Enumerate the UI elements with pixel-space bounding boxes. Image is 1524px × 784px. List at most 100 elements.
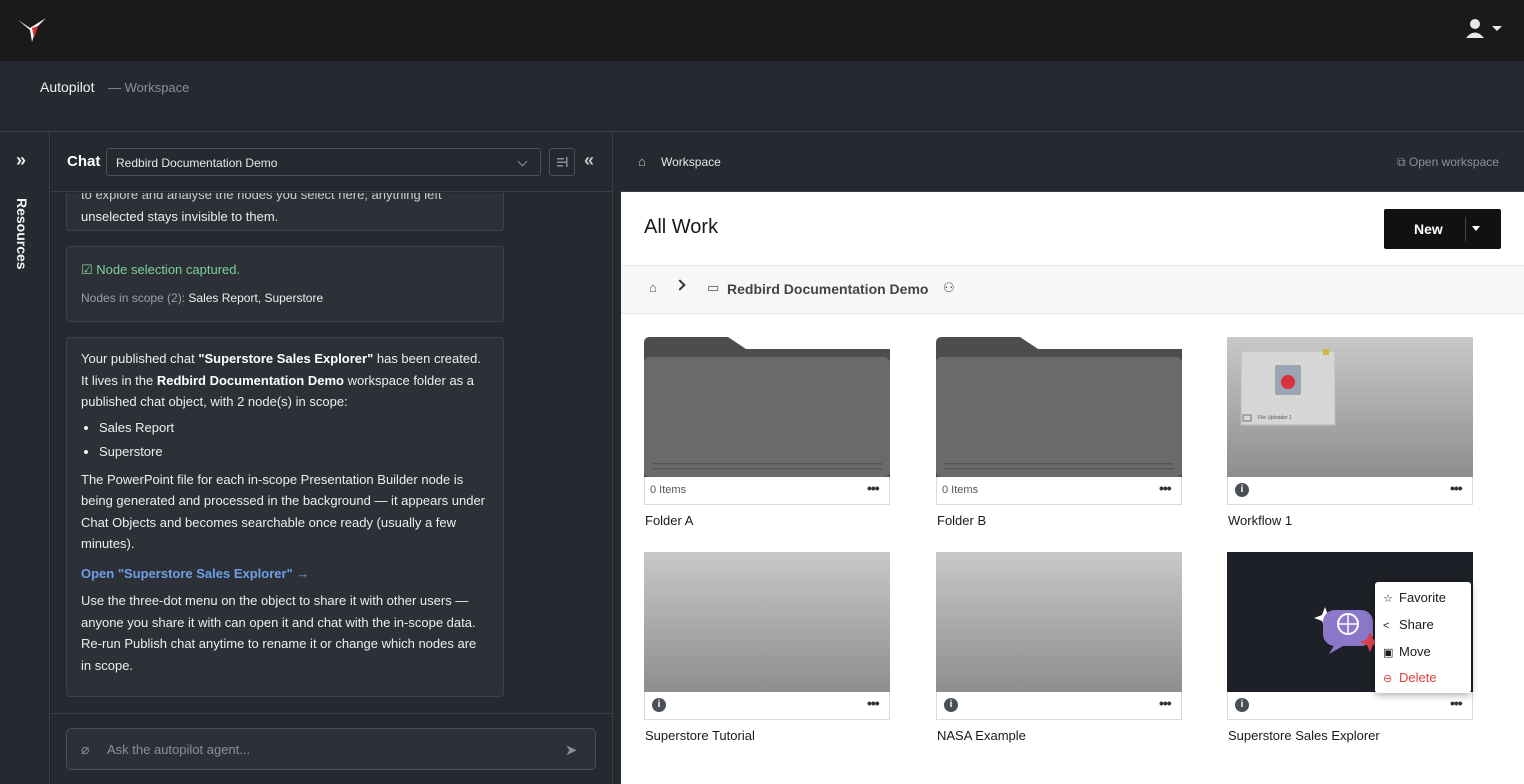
chevron-down-icon: [517, 156, 528, 167]
open-chat-link[interactable]: Open "Superstore Sales Explorer" →: [81, 563, 489, 585]
thumbnail: [936, 552, 1182, 692]
menu-label: Share: [1399, 617, 1434, 632]
resources-rail: » Resources: [0, 132, 50, 784]
chat-header: Chat Redbird Documentation Demo «: [51, 132, 612, 192]
redbird-logo-icon[interactable]: [16, 14, 48, 46]
tile-name[interactable]: Workflow 1: [1228, 513, 1292, 528]
new-button[interactable]: New: [1384, 209, 1501, 249]
info-icon[interactable]: i: [1235, 483, 1249, 497]
info-icon[interactable]: i: [652, 698, 666, 712]
more-icon[interactable]: •••: [867, 695, 880, 711]
chat-input-bar: ⌀ Ask the autopilot agent... ➤: [51, 713, 612, 784]
attachment-icon[interactable]: ⌀: [81, 741, 89, 758]
menu-item-share[interactable]: < Share: [1383, 617, 1434, 632]
tile-name[interactable]: Folder B: [937, 513, 986, 528]
scope-label: Nodes in scope (2):: [81, 290, 186, 305]
thumb-label: File Uploader 1: [1258, 415, 1292, 421]
resources-label[interactable]: Resources: [14, 198, 30, 270]
expand-icon[interactable]: »: [16, 150, 26, 171]
tile-name[interactable]: Folder A: [645, 513, 693, 528]
collapse-panel-icon[interactable]: «: [584, 150, 594, 171]
chat-messages[interactable]: to explore and analyse the nodes you sel…: [51, 193, 612, 713]
info-icon[interactable]: i: [1235, 698, 1249, 712]
list-icon: [557, 157, 568, 167]
tile-footer: 0 Items •••: [936, 477, 1182, 505]
move-folder-icon: ▣: [1383, 647, 1394, 659]
tile-footer: 0 Items •••: [644, 477, 890, 505]
published-message-card: Your published chat "Superstore Sales Ex…: [66, 337, 504, 697]
share-icon: <: [1383, 620, 1390, 632]
breadcrumb: ⌂ ▭ Redbird Documentation Demo ⚇: [621, 266, 1524, 314]
tile-footer: i •••: [1227, 477, 1473, 505]
section-title: — Workspace: [108, 80, 190, 95]
panel-splitter[interactable]: [612, 132, 621, 784]
menu-label: Delete: [1399, 670, 1437, 685]
captured-text: Node selection captured.: [96, 262, 241, 277]
menu-label: Move: [1399, 644, 1431, 659]
workspace-header: ⌂ Workspace ⧉ Open workspace: [621, 132, 1524, 192]
message-text: to explore and analyse the nodes you sel…: [81, 193, 442, 202]
node-list: Sales Report Superstore: [99, 416, 489, 464]
more-icon[interactable]: •••: [1159, 480, 1172, 496]
app-title: Autopilot: [40, 79, 95, 95]
open-workspace-label: Open workspace: [1408, 155, 1499, 169]
all-work-header: All Work New: [621, 192, 1524, 266]
checklist-icon: ☑: [81, 262, 97, 277]
chat-history-button[interactable]: [549, 148, 575, 176]
page-header: Autopilot — Workspace: [0, 61, 1524, 132]
info-icon[interactable]: i: [944, 698, 958, 712]
top-bar: [0, 0, 1524, 61]
message-paragraph: The PowerPoint file for each in-scope Pr…: [81, 471, 486, 552]
menu-item-move[interactable]: ▣ Move: [1383, 644, 1431, 659]
menu-item-delete[interactable]: ⊖ Delete: [1383, 670, 1437, 685]
external-link-icon: ⧉: [1397, 155, 1409, 169]
chevron-right-icon: [674, 279, 686, 291]
message-text: Your published chat: [81, 351, 199, 366]
selection-card: ☑ Node selection captured. Nodes in scop…: [66, 246, 504, 322]
chat-name: "Superstore Sales Explorer": [198, 351, 374, 366]
delete-icon: ⊖: [1383, 673, 1393, 685]
people-icon[interactable]: ⚇: [943, 280, 955, 296]
tile-name[interactable]: Superstore Sales Explorer: [1228, 728, 1380, 743]
workspace-label[interactable]: Workspace: [661, 155, 721, 169]
scope-value: Sales Report, Superstore: [188, 290, 324, 305]
more-icon[interactable]: •••: [1450, 695, 1463, 711]
message-paragraph: Use the three-dot menu on the object to …: [81, 593, 477, 673]
home-icon[interactable]: ⌂: [649, 280, 657, 295]
home-icon[interactable]: ⌂: [638, 154, 646, 169]
breadcrumb-folder[interactable]: Redbird Documentation Demo: [727, 281, 928, 297]
new-button-label: New: [1414, 221, 1443, 237]
user-menu-icon[interactable]: [1464, 18, 1504, 40]
item-count: 0 Items: [942, 484, 979, 496]
more-icon[interactable]: •••: [1159, 695, 1172, 711]
list-item: Superstore: [99, 440, 489, 464]
app-root: Autopilot — Workspace » Resources Chat R…: [0, 0, 1524, 784]
workspace-select-value: Redbird Documentation Demo: [116, 156, 278, 170]
send-icon[interactable]: ➤: [565, 741, 578, 759]
open-workspace-link[interactable]: ⧉ Open workspace: [1397, 155, 1499, 170]
tile-name[interactable]: NASA Example: [937, 728, 1026, 743]
folder-icon: [936, 337, 1182, 477]
workflow-thumbnail: File Uploader 1: [1227, 337, 1473, 477]
workspace-select[interactable]: Redbird Documentation Demo: [106, 148, 541, 176]
workspace-name: Redbird Documentation Demo: [156, 372, 344, 388]
caret-down-icon[interactable]: [1472, 226, 1480, 231]
chat-panel: Chat Redbird Documentation Demo « to exp…: [51, 132, 612, 784]
menu-item-favorite[interactable]: ☆ Favorite: [1383, 590, 1446, 605]
chat-input[interactable]: ⌀ Ask the autopilot agent... ➤: [66, 728, 596, 770]
more-icon[interactable]: •••: [1450, 480, 1463, 496]
more-icon[interactable]: •••: [867, 480, 880, 496]
divider: [1465, 217, 1466, 241]
menu-label: Favorite: [1399, 590, 1446, 605]
tile-footer: i •••: [936, 692, 1182, 720]
item-count: 0 Items: [650, 484, 687, 496]
page-title: All Work: [644, 216, 719, 238]
chat-input-placeholder: Ask the autopilot agent...: [107, 742, 251, 757]
message-text: unselected stays invisible to them.: [81, 208, 279, 224]
chat-title: Chat: [67, 153, 101, 170]
tile-name[interactable]: Superstore Tutorial: [645, 728, 755, 743]
message-card: to explore and analyse the nodes you sel…: [66, 193, 504, 231]
folder-icon: [644, 337, 890, 477]
workflow-preview-icon: [1240, 349, 1336, 426]
tile-footer: i •••: [644, 692, 890, 720]
